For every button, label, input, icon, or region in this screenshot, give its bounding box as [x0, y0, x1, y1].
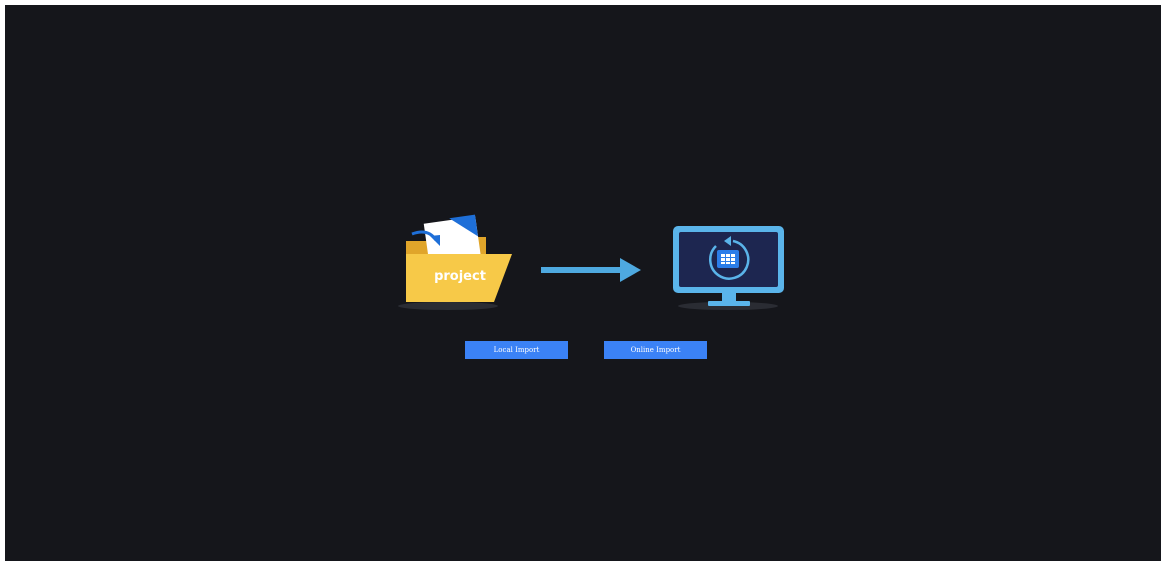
monitor-sync-icon — [673, 226, 784, 310]
arrow-right-icon — [541, 258, 641, 282]
online-import-button[interactable]: Online Import — [604, 341, 707, 359]
local-import-button[interactable]: Local Import — [465, 341, 568, 359]
import-page: project Local Import Online Import — [5, 5, 1161, 561]
import-illustration: project — [398, 214, 784, 310]
folder-label: project — [434, 269, 486, 284]
folder-import-icon: project — [398, 214, 512, 310]
